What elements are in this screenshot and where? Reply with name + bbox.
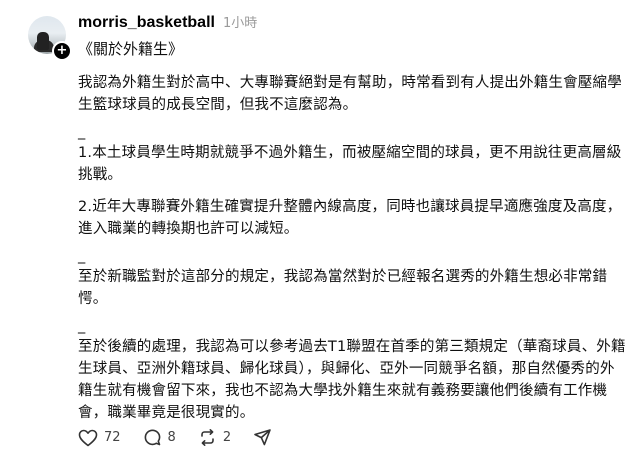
separator: _ bbox=[78, 318, 86, 334]
post-topic[interactable]: 《關於外籍生》 bbox=[78, 38, 183, 59]
timestamp: 1小時 bbox=[222, 16, 258, 31]
share-icon bbox=[253, 428, 272, 447]
comment-button[interactable]: 8 bbox=[143, 428, 176, 447]
username[interactable]: morris_basketball bbox=[78, 14, 215, 32]
paragraph-intro: 我認為外籍生對於高中、大專聯賽絕對是有幫助，時常看到有人提出外籍生會壓縮學生籃球… bbox=[78, 75, 622, 113]
like-button[interactable]: 72 bbox=[78, 429, 121, 447]
paragraph-regulation: 至於新職監對於這部分的規定，我認為當然對於已經報名選秀的外籍生想必非常錯愕。 bbox=[78, 269, 608, 307]
avatar-container[interactable]: + bbox=[28, 16, 72, 61]
paragraph-point-1: 1.本土球員學生時期就競爭不過外籍生，而被壓縮空間的球員，更不用說往更高層級挑戰… bbox=[78, 145, 622, 183]
comment-count: 8 bbox=[167, 430, 176, 445]
heart-icon bbox=[78, 429, 98, 447]
post-header: morris_basketball 1小時 bbox=[78, 12, 257, 34]
action-bar: 72 8 2 bbox=[78, 428, 272, 447]
comment-icon bbox=[143, 428, 162, 447]
follow-plus-icon[interactable]: + bbox=[52, 41, 72, 61]
repost-count: 2 bbox=[222, 430, 232, 445]
post-content: 我認為外籍生對於高中、大專聯賽絕對是有幫助，時常看到有人提出外籍生會壓縮學生籃球… bbox=[78, 72, 626, 424]
avatar-figure-head bbox=[37, 32, 49, 50]
repost-button[interactable]: 2 bbox=[198, 428, 231, 447]
repost-icon bbox=[198, 428, 217, 447]
like-count: 72 bbox=[104, 430, 121, 445]
share-button[interactable] bbox=[253, 428, 272, 447]
separator: _ bbox=[78, 124, 86, 140]
paragraph-point-2: 2.近年大專聯賽外籍生確實提升整體內線高度，同時也讓球員提早適應強度及高度，進入… bbox=[78, 199, 622, 237]
paragraph-follow-up: 至於後續的處理，我認為可以參考過去T1聯盟在首季的第三類規定（華裔球員、外籍生球… bbox=[78, 339, 626, 421]
separator: _ bbox=[78, 248, 86, 264]
